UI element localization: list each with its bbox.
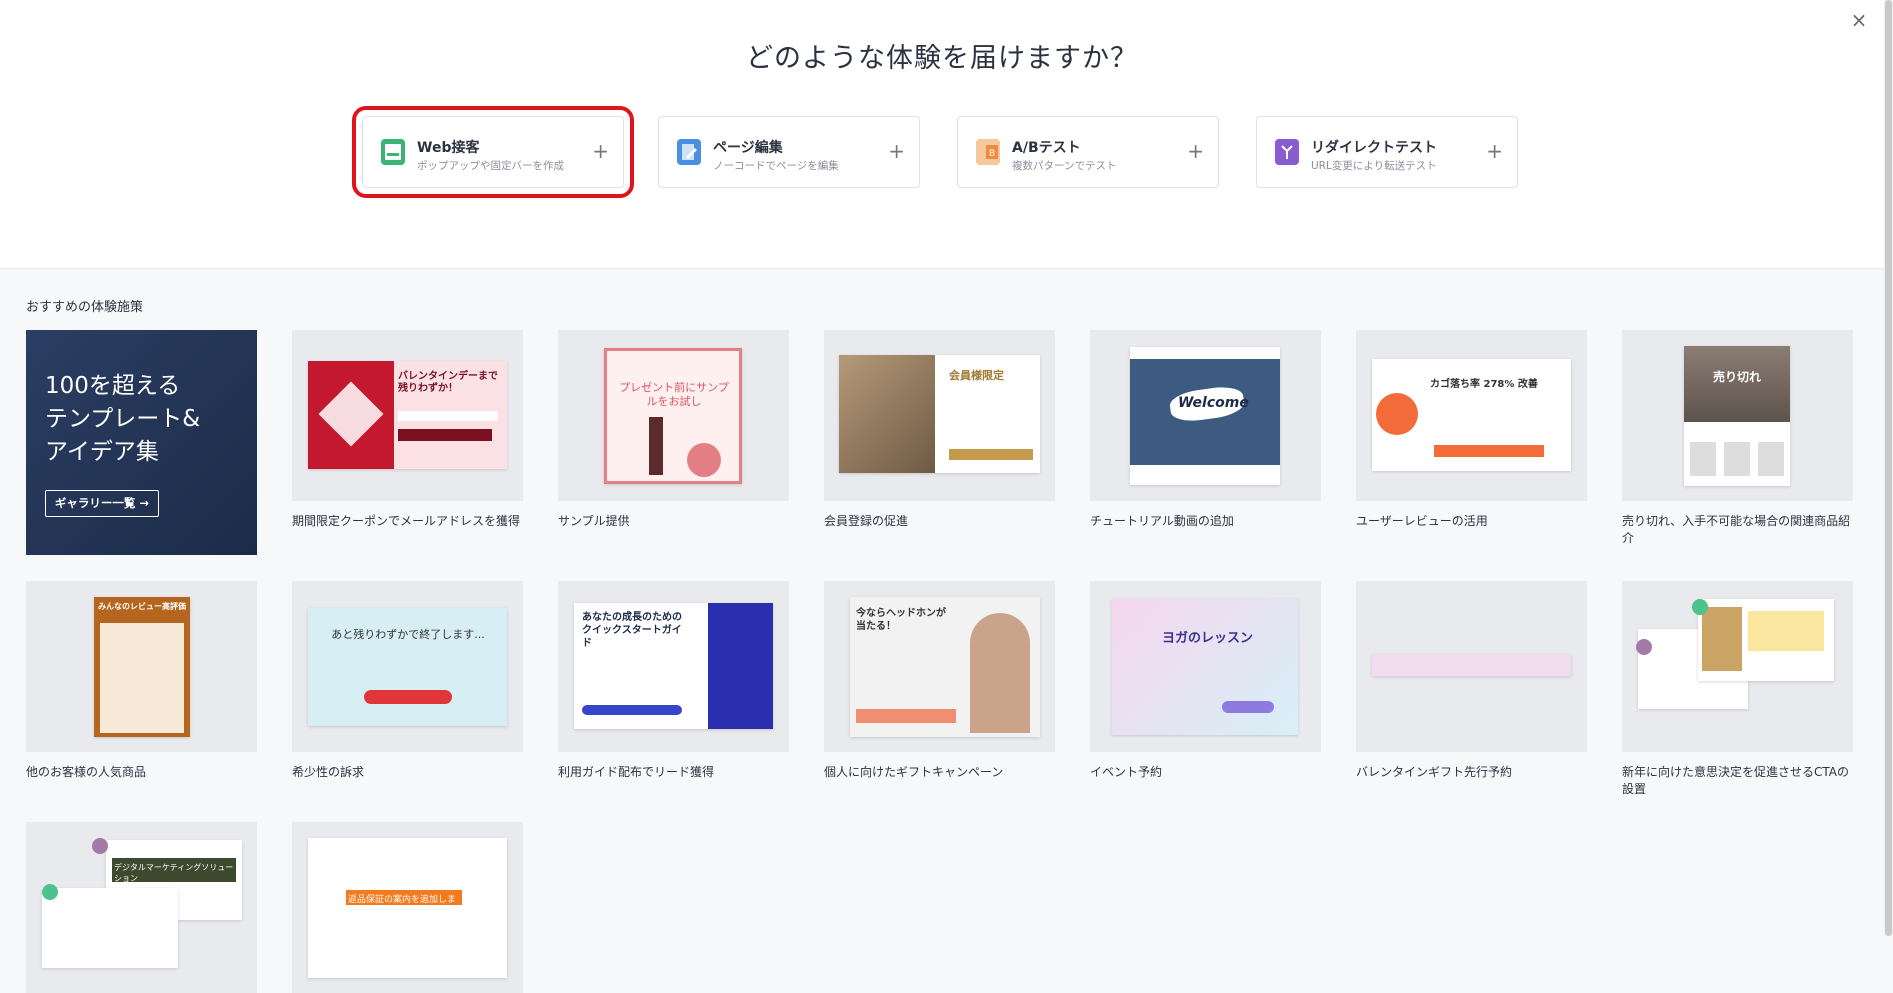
template-tile[interactable]: デジタルマーケティングソリューション (26, 822, 257, 993)
template-tile[interactable]: 返品保証の案内を追加します (292, 822, 523, 993)
type-sub: ノーコードでページを編集 (713, 160, 839, 172)
plus-icon: + (1187, 139, 1204, 163)
scrollbar[interactable] (1884, 0, 1893, 936)
template-caption: 売り切れ、入手不可能な場合の関連商品紹介 (1622, 514, 1851, 545)
thumb-text: デジタルマーケティングソリューション (114, 863, 234, 883)
type-label: A/Bテスト (1012, 140, 1081, 156)
template-tile[interactable]: 今ならヘッドホンが当たる！ 個人に向けたギフトキャンペーン (824, 581, 1055, 781)
template-thumbnail: デジタルマーケティングソリューション (26, 822, 257, 993)
template-tile[interactable]: プレゼント前にサンプルをお試し サンプル提供 (558, 330, 789, 530)
template-tile[interactable]: 新年に向けた意思決定を促進させるCTAの設置 (1622, 581, 1853, 798)
template-tile[interactable]: カゴ落ち率 278% 改善 ユーザーレビューの活用 (1356, 330, 1587, 530)
template-caption: サンプル提供 (558, 514, 630, 528)
close-icon[interactable]: × (1849, 10, 1869, 30)
template-thumbnail: 売り切れ (1622, 330, 1853, 501)
gallery-banner-bg: 100を超える テンプレート& アイデア集 ギャラリー一覧 → (26, 330, 257, 555)
experience-type-header: どのような体験を届けますか？ × Web接客 ポップアップや固定バーを作成 + … (0, 0, 1884, 269)
thumb-text: カゴ落ち率 278% 改善 (1430, 379, 1538, 390)
redirect-icon (1275, 139, 1299, 165)
type-card-web-service[interactable]: Web接客 ポップアップや固定バーを作成 + (352, 106, 634, 198)
template-thumbnail: Welcome (1090, 330, 1321, 501)
template-tile[interactable]: Welcome チュートリアル動画の追加 (1090, 330, 1321, 530)
thumb-text: あと残りわずかで終了します... (331, 628, 485, 641)
thumb-text: Welcome (1178, 395, 1249, 411)
template-tile[interactable]: あと残りわずかで終了します... 希少性の訴求 (292, 581, 523, 781)
template-caption: バレンタインギフト先行予約 (1356, 765, 1513, 779)
template-tile[interactable]: バレンタインデーまで残りわずか！ 期間限定クーポンでメールアドレスを獲得 (292, 330, 523, 530)
section-title: おすすめの体験施策 (26, 300, 144, 315)
template-caption: 利用ガイド配布でリード獲得 (558, 765, 715, 779)
template-caption: 新年に向けた意思決定を促進させるCTAの設置 (1622, 765, 1849, 796)
type-sub: 複数パターンでテスト (1012, 160, 1117, 172)
type-sub: ポップアップや固定バーを作成 (417, 160, 564, 172)
scrollbar-thumb[interactable] (1885, 0, 1892, 936)
thumb-text: 返品保証の案内を追加します (348, 895, 457, 918)
plus-icon: + (592, 139, 609, 163)
template-tile[interactable]: 売り切れ 売り切れ、入手不可能な場合の関連商品紹介 (1622, 330, 1853, 547)
template-thumbnail: ヨガのレッスン (1090, 581, 1321, 752)
thumb-text: プレゼント前にサンプルをお試し (619, 381, 729, 408)
ab-test-icon: B (976, 139, 1000, 165)
type-label: Web接客 (417, 140, 480, 156)
template-thumbnail (1356, 581, 1587, 752)
template-tile[interactable]: ヨガのレッスン イベント予約 (1090, 581, 1321, 781)
template-caption: 個人に向けたギフトキャンペーン (824, 765, 1004, 779)
type-label: リダイレクトテスト (1311, 140, 1437, 156)
thumb-text: 今ならヘッドホンが当たる！ (856, 608, 946, 632)
template-caption: 希少性の訴求 (292, 765, 365, 779)
template-tile[interactable]: 会員様限定 会員登録の促進 (824, 330, 1055, 530)
thumb-text: 会員様限定 (949, 369, 1004, 382)
thumb-text: ヨガのレッスン (1162, 631, 1254, 646)
type-sub: URL変更により転送テスト (1311, 160, 1437, 172)
plus-icon: + (888, 139, 905, 163)
plus-icon: + (1486, 139, 1503, 163)
template-thumbnail: 会員様限定 (824, 330, 1055, 501)
template-caption: チュートリアル動画の追加 (1090, 514, 1234, 528)
type-card-redirect-test[interactable]: リダイレクトテスト URL変更により転送テスト + (1256, 116, 1518, 188)
template-caption: 期間限定クーポンでメールアドレスを獲得 (292, 514, 521, 528)
thumb-text: バレンタインデーまで残りわずか！ (398, 371, 498, 394)
thumb-text: あなたの成長のためのクイックスタートガイド (582, 612, 682, 649)
page-title: どのような体験を届けますか？ (746, 43, 1138, 74)
template-thumbnail: 返品保証の案内を追加します (292, 822, 523, 993)
template-tile[interactable]: バレンタインギフト先行予約 (1356, 581, 1587, 781)
popup-icon (381, 139, 405, 165)
template-thumbnail: 今ならヘッドホンが当たる！ (824, 581, 1055, 752)
type-card-page-edit[interactable]: ページ編集 ノーコードでページを編集 + (658, 116, 920, 188)
template-caption: ユーザーレビューの活用 (1356, 514, 1488, 528)
template-thumbnail: プレゼント前にサンプルをお試し (558, 330, 789, 501)
template-thumbnail: あと残りわずかで終了します... (292, 581, 523, 752)
thumb-text: みんなのレビュー高評価 (98, 602, 186, 611)
template-thumbnail (1622, 581, 1853, 752)
template-thumbnail: あなたの成長のためのクイックスタートガイド (558, 581, 789, 752)
svg-text:B: B (989, 149, 995, 159)
type-label: ページ編集 (713, 140, 783, 156)
gallery-banner[interactable]: 100を超える テンプレート& アイデア集 ギャラリー一覧 → (26, 330, 257, 555)
thumb-text: 売り切れ (1712, 370, 1761, 384)
template-tile[interactable]: みんなのレビュー高評価 他のお客様の人気商品 (26, 581, 257, 781)
gallery-list-button[interactable]: ギャラリー一覧 → (45, 490, 159, 517)
template-thumbnail: バレンタインデーまで残りわずか！ (292, 330, 523, 501)
template-tile[interactable]: あなたの成長のためのクイックスタートガイド 利用ガイド配布でリード獲得 (558, 581, 789, 781)
template-caption: イベント予約 (1090, 765, 1163, 779)
page-edit-icon (677, 139, 701, 165)
template-caption: 他のお客様の人気商品 (26, 765, 147, 779)
type-card-ab-test[interactable]: B A/Bテスト 複数パターンでテスト + (957, 116, 1219, 188)
template-thumbnail: みんなのレビュー高評価 (26, 581, 257, 752)
template-thumbnail: カゴ落ち率 278% 改善 (1356, 330, 1587, 501)
banner-text: 100を超える テンプレート& アイデア集 (45, 373, 201, 465)
template-caption: 会員登録の促進 (824, 514, 909, 528)
